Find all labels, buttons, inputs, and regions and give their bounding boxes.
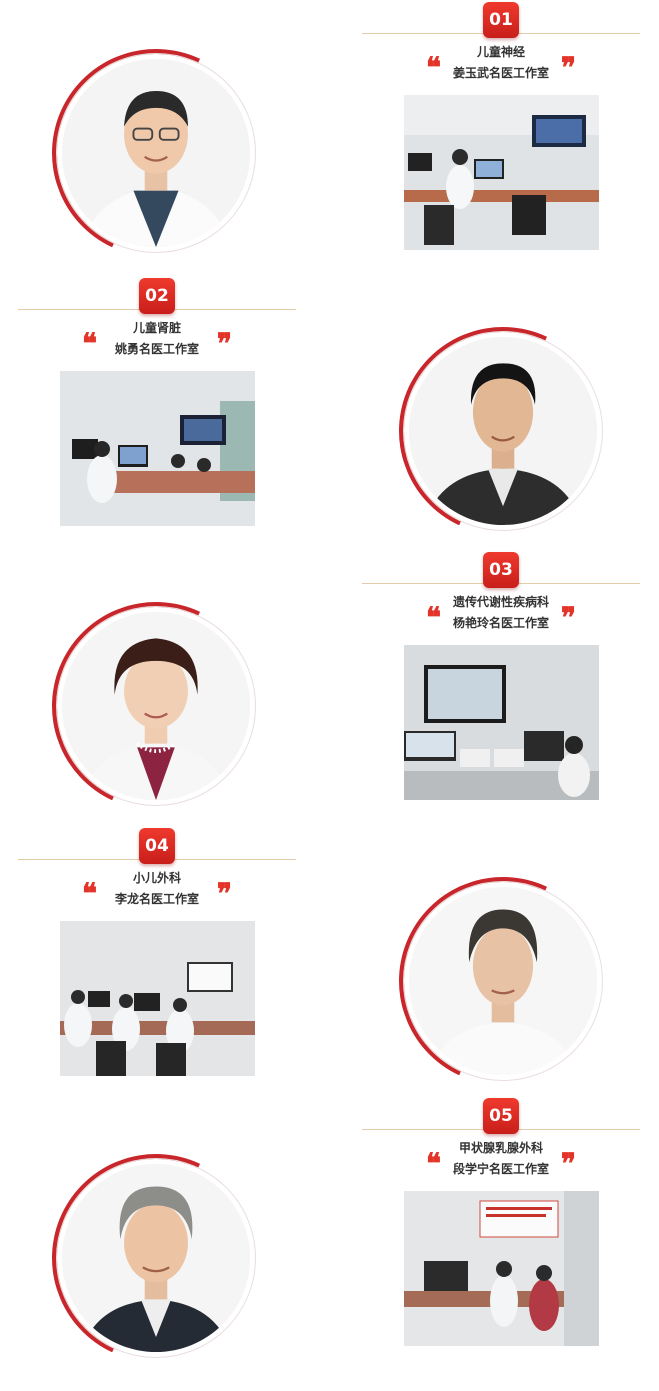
studio-specialty: 儿童肾脏 xyxy=(132,321,181,335)
studio-photo xyxy=(404,645,599,800)
doctor-portrait xyxy=(22,1124,290,1391)
studio-block-03: 03 ❝ ❞ 遗传代谢性疾病科 杨艳玲名医工作室 xyxy=(0,550,659,840)
doctor-portrait xyxy=(22,19,290,287)
studio-info: 03 ❝ ❞ 遗传代谢性疾病科 杨艳玲名医工作室 xyxy=(362,552,640,802)
studio-specialty: 甲状腺乳腺外科 xyxy=(458,1141,543,1155)
studio-photo xyxy=(404,1191,599,1346)
studio-info: 04 ❝ ❞ 小儿外科 李龙名医工作室 xyxy=(18,828,296,1078)
studio-block-05: 05 ❝ ❞ 甲状腺乳腺外科 段学宁名医工作室 xyxy=(0,1090,659,1391)
number-badge: 04 xyxy=(139,828,175,864)
studio-name: 段学宁名医工作室 xyxy=(452,1162,549,1176)
number-badge: 03 xyxy=(483,552,519,588)
studio-specialty: 遗传代谢性疾病科 xyxy=(452,595,549,609)
studio-name: 姚勇名医工作室 xyxy=(114,342,199,356)
doctor-portrait xyxy=(369,847,637,1115)
studio-block-01: 01 ❝ ❞ 儿童神经 姜玉武名医工作室 xyxy=(0,0,659,287)
studio-specialty: 儿童神经 xyxy=(476,45,525,59)
number-badge: 05 xyxy=(483,1098,519,1134)
studio-name: 李龙名医工作室 xyxy=(114,892,199,906)
studio-block-04: 04 ❝ ❞ 小儿外科 李龙名医工作室 xyxy=(0,820,659,1115)
studio-specialty: 小儿外科 xyxy=(132,871,181,885)
number-badge: 01 xyxy=(483,2,519,38)
studio-block-02: 02 ❝ ❞ 儿童肾脏 姚勇名医工作室 xyxy=(0,270,659,565)
number-badge: 02 xyxy=(139,278,175,314)
doctor-portrait xyxy=(369,297,637,565)
studio-photo xyxy=(404,95,599,250)
studio-photo xyxy=(60,371,255,526)
studio-name: 姜玉武名医工作室 xyxy=(452,66,549,80)
studio-info: 05 ❝ ❞ 甲状腺乳腺外科 段学宁名医工作室 xyxy=(362,1098,640,1348)
studio-info: 01 ❝ ❞ 儿童神经 姜玉武名医工作室 xyxy=(362,2,640,252)
studio-photo xyxy=(60,921,255,1076)
studio-name: 杨艳玲名医工作室 xyxy=(452,616,549,630)
studio-info: 02 ❝ ❞ 儿童肾脏 姚勇名医工作室 xyxy=(18,278,296,528)
doctor-portrait xyxy=(22,572,290,840)
